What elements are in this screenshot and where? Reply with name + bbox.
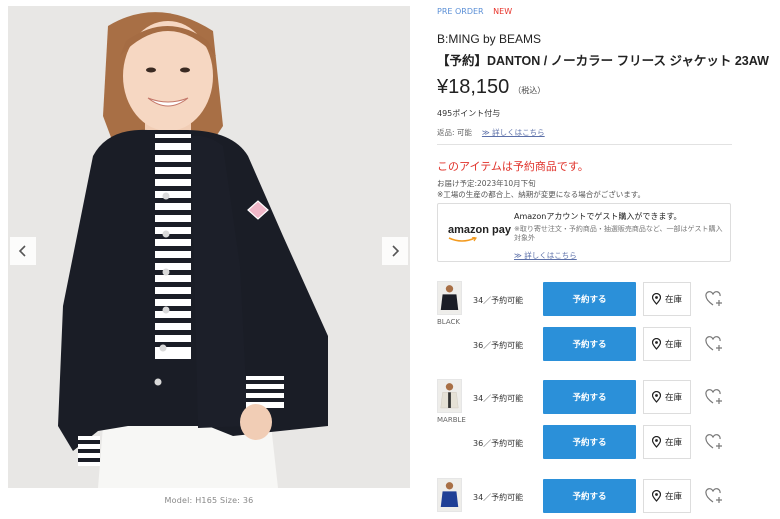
- heart-plus-icon[interactable]: [705, 389, 723, 405]
- color-label: BLACK: [437, 318, 461, 326]
- color-thumbnail-black[interactable]: [437, 281, 462, 315]
- tax-label: （税込）: [513, 86, 546, 95]
- return-policy: 返品: 可能 ≫ 詳しくはこちら: [437, 127, 545, 138]
- product-photo: [8, 6, 410, 488]
- location-pin-icon: [651, 436, 661, 448]
- store-stock-label: 在庫: [664, 295, 682, 305]
- stock-status: 34／予約可能: [473, 296, 524, 305]
- location-pin-icon: [651, 490, 661, 502]
- delivery-note: ※工場の生産の都合上、納期が変更になる場合がございます。: [437, 190, 646, 199]
- store-stock-label: 在庫: [664, 438, 682, 448]
- model-thumbnail-icon: [438, 380, 461, 412]
- heart-plus-icon[interactable]: [705, 488, 723, 504]
- reserve-button[interactable]: 予約する: [543, 425, 636, 459]
- model-size-caption: Model: H165 Size: 36: [164, 496, 254, 505]
- sku-row: MARBLE 34／予約可能 予約する 在庫: [437, 379, 737, 424]
- stock-status: 34／予約可能: [473, 394, 524, 403]
- stock-status: 36／予約可能: [473, 341, 524, 350]
- amazon-pay-details-link[interactable]: ≫ 詳しくはこちら: [514, 250, 577, 261]
- amazon-pay-logo-text: amazon pay: [448, 224, 511, 236]
- reserve-button[interactable]: 予約する: [543, 282, 636, 316]
- store-stock-button[interactable]: 在庫: [643, 327, 691, 361]
- price-amount: ¥18,150: [437, 76, 510, 98]
- location-pin-icon: [651, 293, 661, 305]
- location-pin-icon: [651, 391, 661, 403]
- return-details-link[interactable]: ≫ 詳しくはこちら: [482, 128, 545, 137]
- product-title: 【予約】DANTON / ノーカラー フリース ジャケット 23AW: [437, 54, 769, 68]
- amazon-pay-box: amazon pay Amazonアカウントでゲスト購入ができます。 ※取り寄せ…: [437, 203, 731, 262]
- stock-status: 36／予約可能: [473, 439, 524, 448]
- store-stock-button[interactable]: 在庫: [643, 380, 691, 414]
- color-thumbnail-blue[interactable]: [437, 478, 462, 512]
- new-tag: NEW: [493, 7, 513, 16]
- sku-row: 36／予約可能 予約する 在庫: [437, 327, 737, 371]
- color-thumbnail-marble[interactable]: [437, 379, 462, 413]
- store-stock-button[interactable]: 在庫: [643, 425, 691, 459]
- stock-status: 34／予約可能: [473, 493, 524, 502]
- store-stock-label: 在庫: [664, 393, 682, 403]
- sku-row: 34／予約可能 予約する 在庫: [437, 478, 737, 519]
- store-stock-label: 在庫: [664, 492, 682, 502]
- heart-plus-icon[interactable]: [705, 336, 723, 352]
- sku-row: 36／予約可能 予約する 在庫: [437, 425, 737, 469]
- amazon-pay-text: Amazonアカウントでゲスト購入ができます。 ※取り寄せ注文・予約商品・抽選販…: [514, 211, 728, 262]
- amazon-pay-logo: amazon pay: [448, 224, 511, 242]
- heart-plus-icon[interactable]: [705, 434, 723, 450]
- amazon-pay-main: Amazonアカウントでゲスト購入ができます。: [514, 212, 682, 221]
- location-pin-icon: [651, 338, 661, 350]
- reserve-button[interactable]: 予約する: [543, 327, 636, 361]
- gallery-prev-button[interactable]: [10, 237, 36, 265]
- model-thumbnail-icon: [438, 479, 461, 511]
- price: ¥18,150 （税込）: [437, 76, 545, 99]
- store-stock-button[interactable]: 在庫: [643, 282, 691, 316]
- chevron-right-icon: [392, 245, 400, 257]
- color-label: MARBLE: [437, 416, 466, 424]
- points-label: 495ポイント付与: [437, 109, 501, 118]
- divider: [437, 144, 732, 145]
- delivery-date: お届け予定:2023年10月下旬: [437, 179, 536, 188]
- store-stock-label: 在庫: [664, 340, 682, 350]
- reserve-button[interactable]: 予約する: [543, 380, 636, 414]
- return-label: 返品: 可能: [437, 128, 472, 137]
- reserve-button[interactable]: 予約する: [543, 479, 636, 513]
- product-gallery: [8, 6, 410, 488]
- brand-name: B:MING by BEAMS: [437, 32, 542, 46]
- store-stock-button[interactable]: 在庫: [643, 479, 691, 513]
- heart-plus-icon[interactable]: [705, 291, 723, 307]
- amazon-smile-icon: [448, 237, 477, 242]
- product-tags: PRE ORDER NEW: [437, 7, 512, 16]
- preorder-tag: PRE ORDER: [437, 7, 484, 16]
- amazon-pay-sub: ※取り寄せ注文・予約商品・抽選販売商品など、一部はゲスト購入対象外: [514, 225, 723, 242]
- preorder-notice: このアイテムは予約商品です。: [437, 161, 589, 173]
- model-thumbnail-icon: [438, 282, 461, 314]
- chevron-left-icon: [18, 245, 26, 257]
- sku-row: BLACK 34／予約可能 予約する 在庫: [437, 281, 737, 326]
- gallery-next-button[interactable]: [382, 237, 408, 265]
